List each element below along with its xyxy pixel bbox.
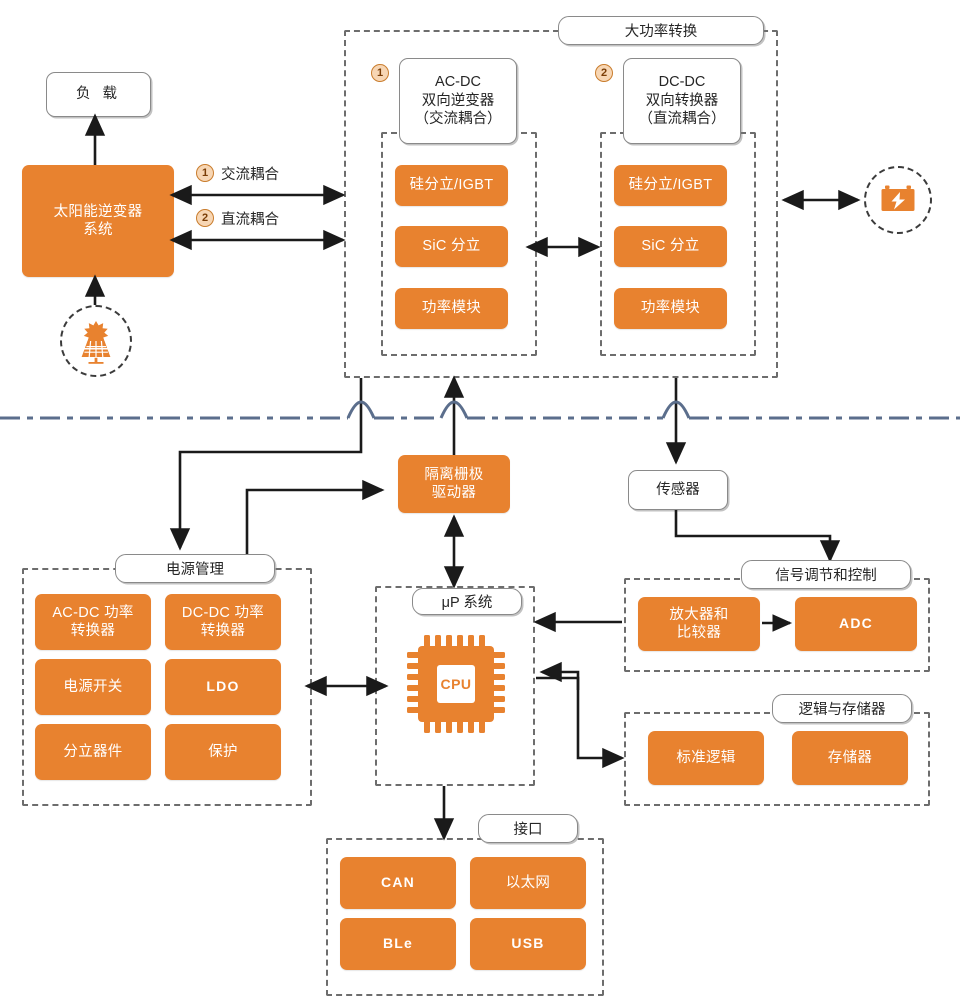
ac-dc-title-l2: 双向逆变器 (421, 92, 495, 109)
dc-dc-title-l1: DC-DC (658, 73, 706, 90)
interface-item-usb-label: USB (511, 935, 545, 952)
coupling-label-2: 直流耦合 (221, 212, 279, 228)
high-power-conversion-title-label: 大功率转换 (624, 24, 698, 40)
dc-dc-item-igbt[interactable]: 硅分立/IGBT (614, 165, 727, 206)
pm-item-protection-label: 保护 (208, 743, 238, 760)
power-management-title: 电源管理 (115, 554, 275, 583)
cpu-chip-icon: CPU (402, 630, 510, 738)
ac-dc-title-l1: AC-DC (435, 73, 481, 90)
signal-item-amp-comparator[interactable]: 放大器和 比较器 (638, 597, 760, 651)
solar-panel-icon (60, 305, 132, 377)
signal-conditioning-title: 信号调节和控制 (741, 560, 911, 589)
solar-inverter-line1: 太阳能逆变器 (53, 203, 143, 220)
dc-dc-badge-num: 2 (600, 67, 608, 79)
coupling-badge-2: 2 (196, 209, 214, 227)
interface-item-ethernet[interactable]: 以太网 (470, 857, 586, 909)
logic-item-memory[interactable]: 存储器 (792, 731, 908, 785)
ac-dc-item-igbt[interactable]: 硅分立/IGBT (395, 165, 508, 206)
dc-dc-title-box[interactable]: DC-DC 双向转换器 （直流耦合） (623, 58, 741, 144)
interface-item-usb[interactable]: USB (470, 918, 586, 970)
pm-item-dcdc-l2: 转换器 (200, 623, 246, 639)
power-management-title-label: 电源管理 (166, 562, 224, 578)
solar-inverter-system-box[interactable]: 太阳能逆变器 系统 (22, 165, 174, 277)
logic-item-memory-label: 存储器 (827, 749, 873, 766)
solar-inverter-line2: 系统 (83, 222, 113, 238)
signal-conditioning-title-label: 信号调节和控制 (775, 568, 877, 584)
high-power-conversion-title: 大功率转换 (558, 16, 764, 45)
signal-item-amp-l2: 比较器 (676, 625, 722, 641)
diagram-canvas: 负 载 太阳能逆变器 系统 1 交流耦合 2 直流耦合 大功率转换 1 AC-D… (0, 0, 960, 1002)
signal-item-adc[interactable]: ADC (795, 597, 917, 651)
coupling-badge-1: 1 (196, 164, 214, 182)
interface-title: 接口 (478, 814, 578, 843)
gate-driver-l1: 隔离栅极 (424, 466, 484, 483)
ac-dc-item-sic[interactable]: SiC 分立 (395, 226, 508, 267)
ac-dc-item-module[interactable]: 功率模块 (395, 288, 508, 329)
pm-item-power-switch[interactable]: 电源开关 (35, 659, 151, 715)
ac-dc-badge: 1 (371, 64, 389, 82)
logic-memory-title-label: 逻辑与存储器 (798, 702, 886, 718)
pm-item-power-switch-label: 电源开关 (63, 678, 123, 695)
load-label: 负 载 (75, 86, 122, 103)
ac-dc-item-sic-label: SiC 分立 (422, 238, 481, 255)
ac-dc-badge-num: 1 (376, 67, 384, 79)
logic-item-standard-logic-label: 标准逻辑 (676, 749, 736, 766)
coupling-label-1: 交流耦合 (221, 167, 279, 183)
ac-dc-item-igbt-label: 硅分立/IGBT (409, 177, 494, 194)
solar-panel-glyph (81, 321, 111, 364)
dc-dc-item-module-label: 功率模块 (640, 300, 701, 317)
interface-item-ble[interactable]: BLe (340, 918, 456, 970)
pm-item-discrete-label: 分立器件 (63, 743, 123, 760)
pm-item-acdc-l2: 转换器 (70, 623, 116, 639)
cpu-label: CPU (440, 676, 472, 692)
ac-dc-title-l3: （交流耦合） (414, 111, 502, 128)
interface-title-label: 接口 (513, 822, 543, 838)
interface-item-ble-label: BLe (382, 935, 414, 952)
sensor-label: 传感器 (656, 481, 700, 498)
dc-dc-item-sic-label: SiC 分立 (641, 238, 700, 255)
logic-item-standard-logic[interactable]: 标准逻辑 (648, 731, 764, 785)
pm-item-ldo[interactable]: LDO (165, 659, 281, 715)
signal-item-adc-label: ADC (839, 615, 873, 632)
logic-memory-title: 逻辑与存储器 (772, 694, 912, 723)
pm-item-acdc-converter[interactable]: AC-DC 功率 转换器 (35, 594, 151, 650)
dc-dc-badge: 2 (595, 64, 613, 82)
signal-item-amp-l1: 放大器和 (669, 606, 729, 623)
dc-dc-title-l3: （直流耦合） (638, 111, 726, 128)
isolated-gate-driver-box[interactable]: 隔离栅极 驱动器 (398, 455, 510, 513)
pm-item-discrete[interactable]: 分立器件 (35, 724, 151, 780)
battery-glyph (881, 185, 915, 211)
dc-dc-item-igbt-label: 硅分立/IGBT (628, 177, 713, 194)
coupling-badge-1-num: 1 (201, 167, 209, 179)
gate-driver-l2: 驱动器 (431, 485, 477, 501)
mcu-system-title: μP 系统 (412, 588, 522, 615)
pm-item-protection[interactable]: 保护 (165, 724, 281, 780)
coupling-badge-2-num: 2 (201, 212, 209, 224)
dc-dc-title-l2: 双向转换器 (645, 92, 719, 109)
interface-item-can-label: CAN (381, 874, 415, 891)
pm-item-dcdc-l1: DC-DC 功率 (181, 604, 265, 621)
load-box[interactable]: 负 载 (46, 72, 151, 117)
ac-dc-item-module-label: 功率模块 (421, 300, 482, 317)
ac-dc-title-box[interactable]: AC-DC 双向逆变器 （交流耦合） (399, 58, 517, 144)
battery-icon (864, 166, 932, 234)
dc-dc-item-sic[interactable]: SiC 分立 (614, 226, 727, 267)
sensor-box[interactable]: 传感器 (628, 470, 728, 510)
pm-item-dcdc-converter[interactable]: DC-DC 功率 转换器 (165, 594, 281, 650)
dc-dc-item-module[interactable]: 功率模块 (614, 288, 727, 329)
pm-item-ldo-label: LDO (206, 678, 240, 695)
interface-item-ethernet-label: 以太网 (505, 874, 551, 891)
mcu-system-title-label: μP 系统 (441, 595, 493, 611)
interface-item-can[interactable]: CAN (340, 857, 456, 909)
pm-item-acdc-l1: AC-DC 功率 (52, 604, 134, 621)
